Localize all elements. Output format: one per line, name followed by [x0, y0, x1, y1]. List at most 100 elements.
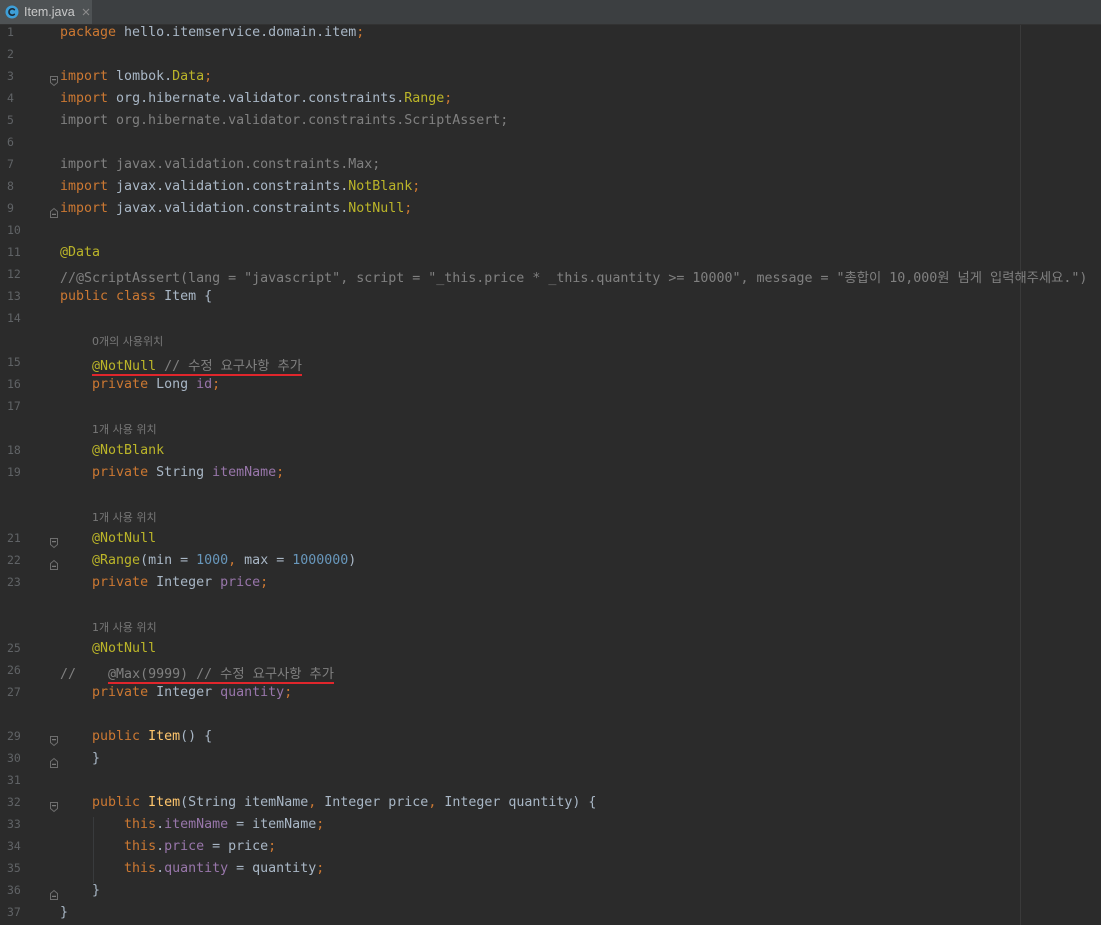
field-token[interactable]: quantity [164, 861, 228, 876]
text-token[interactable]: } [60, 883, 100, 898]
text-token[interactable]: ) [348, 553, 356, 568]
text-token[interactable]: Integer quantity) { [436, 795, 596, 810]
code-text[interactable]: @NotBlank [60, 443, 1101, 465]
keyword-token[interactable]: ; [404, 201, 412, 216]
fold-end-icon[interactable] [49, 756, 59, 768]
keyword-token[interactable]: private [92, 377, 148, 392]
code-text[interactable] [60, 487, 1101, 509]
code-line[interactable]: 14 [0, 311, 1101, 333]
code-line[interactable]: 18 @NotBlank [0, 443, 1101, 465]
code-line[interactable]: 1 package hello.itemservice.domain.item; [0, 25, 1101, 47]
annotation-token[interactable]: @NotBlank [92, 443, 164, 458]
code-text[interactable]: this.quantity = quantity; [60, 861, 1101, 883]
code-text[interactable] [60, 223, 1101, 245]
keyword-token[interactable]: ; [276, 465, 284, 480]
code-line[interactable]: 30 } [0, 751, 1101, 773]
keyword-token[interactable]: , [228, 553, 236, 568]
text-token[interactable]: Long [148, 377, 196, 392]
annotation-token[interactable]: @NotNull [92, 641, 156, 656]
text-token[interactable]: javax.validation.constraints. [108, 179, 348, 194]
text-token[interactable] [140, 795, 148, 810]
keyword-token[interactable]: private [92, 575, 148, 590]
keyword-token[interactable]: public class [60, 289, 156, 304]
code-line[interactable]: 31 [0, 773, 1101, 795]
code-line[interactable]: 8 import javax.validation.constraints.Not… [0, 179, 1101, 201]
code-line[interactable]: 22 @Range(min = 1000, max = 1000000) [0, 553, 1101, 575]
usage-hint[interactable]: 1개 사용 위치 [92, 421, 1101, 443]
keyword-token[interactable]: import [60, 179, 108, 194]
text-token[interactable] [60, 553, 92, 568]
keyword-token[interactable]: this [124, 817, 156, 832]
fold-end-icon[interactable] [49, 558, 59, 570]
keyword-token[interactable]: ; [260, 575, 268, 590]
keyword-token[interactable]: ; [316, 817, 324, 832]
code-line[interactable]: 35 this.quantity = quantity; [0, 861, 1101, 883]
text-token[interactable] [60, 641, 92, 656]
field-token[interactable]: id [196, 377, 212, 392]
comment-token[interactable]: // 수정 요구사항 추가 [156, 359, 302, 376]
code-text[interactable] [60, 47, 1101, 69]
fold-start-icon[interactable] [49, 536, 59, 549]
code-line[interactable]: 16 private Long id; [0, 377, 1101, 399]
code-line[interactable]: 7 import javax.validation.constraints.Max… [0, 157, 1101, 179]
text-token[interactable]: (String itemName [180, 795, 308, 810]
code-line[interactable]: 3 import lombok.Data; [0, 69, 1101, 91]
text-token[interactable] [60, 729, 92, 744]
keyword-token[interactable]: ; [356, 25, 364, 40]
text-token[interactable]: . [156, 817, 164, 832]
keyword-token[interactable]: import [60, 91, 108, 106]
annotation-token[interactable]: @NotNull [92, 359, 157, 376]
method-token[interactable]: Item [148, 795, 180, 810]
text-token[interactable]: () { [180, 729, 212, 744]
code-text[interactable]: import javax.validation.constraints.Max; [60, 157, 1101, 179]
code-text[interactable]: @Data [60, 245, 1101, 267]
code-text[interactable]: @Range(min = 1000, max = 1000000) [60, 553, 1101, 575]
text-token[interactable]: . [156, 839, 164, 854]
code-text[interactable] [60, 135, 1101, 157]
text-token[interactable]: hello.itemservice.domain.item [116, 25, 356, 40]
keyword-token[interactable]: public [92, 795, 140, 810]
comment-token[interactable]: @Max(9999) // 수정 요구사항 추가 [108, 667, 334, 684]
text-token[interactable]: max = [236, 553, 292, 568]
code-line[interactable]: 23 private Integer price; [0, 575, 1101, 597]
comment-token[interactable]: //@ScriptAssert(lang = "javascript", scr… [60, 271, 1087, 286]
keyword-token[interactable]: public [92, 729, 140, 744]
code-text[interactable]: this.price = price; [60, 839, 1101, 861]
annotation-token[interactable]: @Data [60, 245, 100, 260]
fold-end-icon[interactable] [49, 206, 59, 218]
text-token[interactable] [60, 817, 124, 832]
code-line[interactable]: 36 } [0, 883, 1101, 905]
code-text[interactable]: @NotNull [60, 531, 1101, 553]
keyword-token[interactable]: package [60, 25, 116, 40]
code-text[interactable]: } [60, 883, 1101, 905]
code-line[interactable]: 5 import org.hibernate.validator.constrai… [0, 113, 1101, 135]
unused-token[interactable]: import org.hibernate.validator.constrain… [60, 113, 508, 128]
code-text[interactable]: private String itemName; [60, 465, 1101, 487]
code-line[interactable]: 15 @NotNull // 수정 요구사항 추가 [0, 355, 1101, 377]
code-line[interactable]: 26 // @Max(9999) // 수정 요구사항 추가 [0, 663, 1101, 685]
code-text[interactable]: import org.hibernate.validator.constrain… [60, 113, 1101, 135]
text-token[interactable]: = quantity [228, 861, 316, 876]
code-line[interactable] [0, 597, 1101, 619]
number-token[interactable]: 1000000 [292, 553, 348, 568]
code-text[interactable]: //@ScriptAssert(lang = "javascript", scr… [60, 267, 1101, 289]
method-token[interactable]: Item [148, 729, 180, 744]
text-token[interactable]: javax.validation.constraints. [108, 201, 348, 216]
text-token[interactable] [60, 839, 124, 854]
code-text[interactable]: import javax.validation.constraints.NotB… [60, 179, 1101, 201]
close-icon[interactable] [82, 8, 91, 17]
code-line[interactable]: 13 public class Item { [0, 289, 1101, 311]
text-token[interactable]: org.hibernate.validator.constraints. [108, 91, 404, 106]
code-editor[interactable]: 1 package hello.itemservice.domain.item; 2… [0, 25, 1101, 925]
text-token[interactable]: . [156, 861, 164, 876]
code-text[interactable] [60, 311, 1101, 333]
code-line[interactable]: 10 [0, 223, 1101, 245]
text-token[interactable]: String [148, 465, 212, 480]
keyword-token[interactable]: ; [204, 69, 212, 84]
code-line[interactable]: 12 //@ScriptAssert(lang = "javascript", s… [0, 267, 1101, 289]
code-line[interactable]: 21 @NotNull [0, 531, 1101, 553]
code-text[interactable]: private Long id; [60, 377, 1101, 399]
field-token[interactable]: itemName [164, 817, 228, 832]
code-line[interactable]: 2 [0, 47, 1101, 69]
code-line[interactable]: 11 @Data [0, 245, 1101, 267]
